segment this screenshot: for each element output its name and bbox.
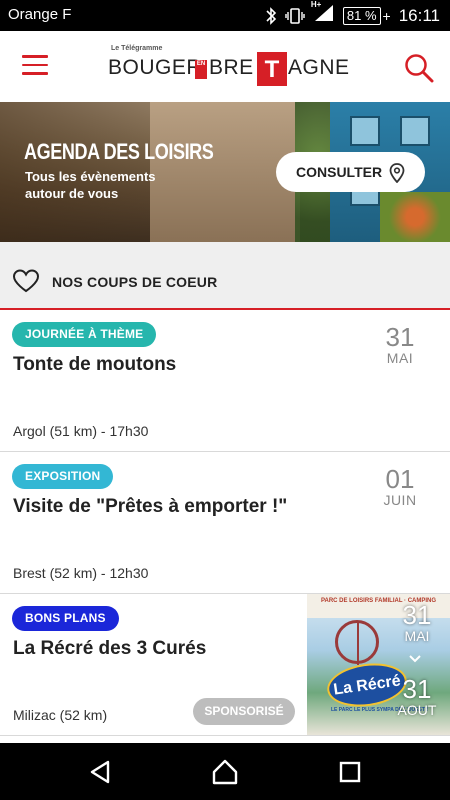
app-header: Le Télégramme BOUGER EN BRE T AGNE (0, 31, 450, 102)
banner-photo-flowers (380, 192, 450, 242)
event-card[interactable]: EXPOSITION Visite de "Prêtes à emporter … (0, 452, 450, 594)
logo-t: T (257, 52, 287, 86)
event-title: Tonte de moutons (13, 354, 177, 375)
sponsor-image: PARC DE LOISIRS FAMILIAL · CAMPING La Ré… (307, 594, 450, 735)
logo-en: EN (195, 60, 207, 79)
consult-label: CONSULTER (296, 164, 383, 180)
home-icon[interactable] (210, 757, 240, 787)
consult-button[interactable]: CONSULTER (276, 152, 425, 192)
event-location-time: Brest (52 km) - 12h30 (13, 565, 149, 581)
status-bar: Orange F H+ 81 % + 16:11 (0, 0, 450, 31)
event-location-time: Argol (51 km) - 17h30 (13, 423, 149, 439)
heart-icon (12, 269, 40, 293)
ferris-wheel-graphic (335, 620, 379, 665)
event-month: JUIN (383, 492, 417, 508)
event-start-date: 31 MAI (392, 602, 442, 644)
vibrate-icon (285, 7, 305, 24)
logo-publisher: Le Télégramme (111, 45, 163, 52)
favorites-section-header: NOS COUPS DE COEUR (0, 242, 450, 310)
menu-icon[interactable] (22, 55, 48, 75)
location-pin-icon (389, 163, 405, 183)
event-month: MAI (386, 350, 414, 366)
logo-part1: BOUGER (108, 56, 203, 79)
app-logo[interactable]: Le Télégramme BOUGER EN BRE T AGNE (108, 45, 349, 91)
logo-part2: BRE (209, 56, 254, 79)
section-title: NOS COUPS DE COEUR (52, 274, 218, 290)
category-badge: EXPOSITION (12, 464, 114, 489)
event-location: Milizac (52 km) (13, 707, 108, 723)
event-title: La Récré des 3 Curés (13, 638, 207, 659)
carrier-name: Orange F (8, 6, 72, 23)
signal-indicator: H+ (311, 0, 335, 27)
recents-square-icon[interactable] (335, 757, 365, 787)
sponsored-badge: SPONSORISÉ (193, 698, 295, 725)
search-icon[interactable] (404, 53, 434, 83)
battery-indicator: 81 % + (342, 6, 391, 25)
charging-icon: + (382, 7, 391, 24)
event-start-day: 31 (402, 600, 432, 630)
event-date: 01 JUIN (370, 466, 430, 508)
back-triangle-icon[interactable] (86, 757, 116, 787)
status-icons: H+ 81 % + 16:11 (265, 0, 440, 27)
banner-title: AGENDA DES LOISIRS (24, 139, 214, 164)
event-day: 01 (385, 464, 415, 494)
sponsored-event-card[interactable]: BONS PLANS La Récré des 3 Curés Milizac … (0, 594, 450, 736)
event-end-date: 31 AOUT (392, 676, 442, 718)
event-end-day: 31 (402, 674, 432, 704)
event-title: Visite de "Prêtes à emporter !" (13, 496, 288, 517)
event-end-month: AOUT (397, 702, 437, 718)
category-badge: JOURNÉE À THÈME (12, 322, 157, 347)
banner-subtitle: Tous les évènements autour de vous (25, 169, 156, 201)
logo-part3: AGNE (288, 56, 350, 79)
bluetooth-icon (266, 6, 277, 25)
category-badge: BONS PLANS (12, 606, 119, 631)
event-card[interactable]: JOURNÉE À THÈME Tonte de moutons Argol (… (0, 310, 450, 452)
battery-level: 81 % (342, 6, 381, 25)
event-date: 31 MAI (370, 324, 430, 366)
chevron-down-icon (409, 655, 421, 663)
clock: 16:11 (398, 5, 440, 25)
event-start-month: MAI (404, 628, 430, 644)
network-type: H+ (310, 0, 322, 9)
event-day: 31 (385, 322, 415, 352)
agenda-banner[interactable]: AGENDA DES LOISIRS Tous les évènements a… (0, 102, 450, 242)
system-nav-bar (0, 743, 450, 800)
